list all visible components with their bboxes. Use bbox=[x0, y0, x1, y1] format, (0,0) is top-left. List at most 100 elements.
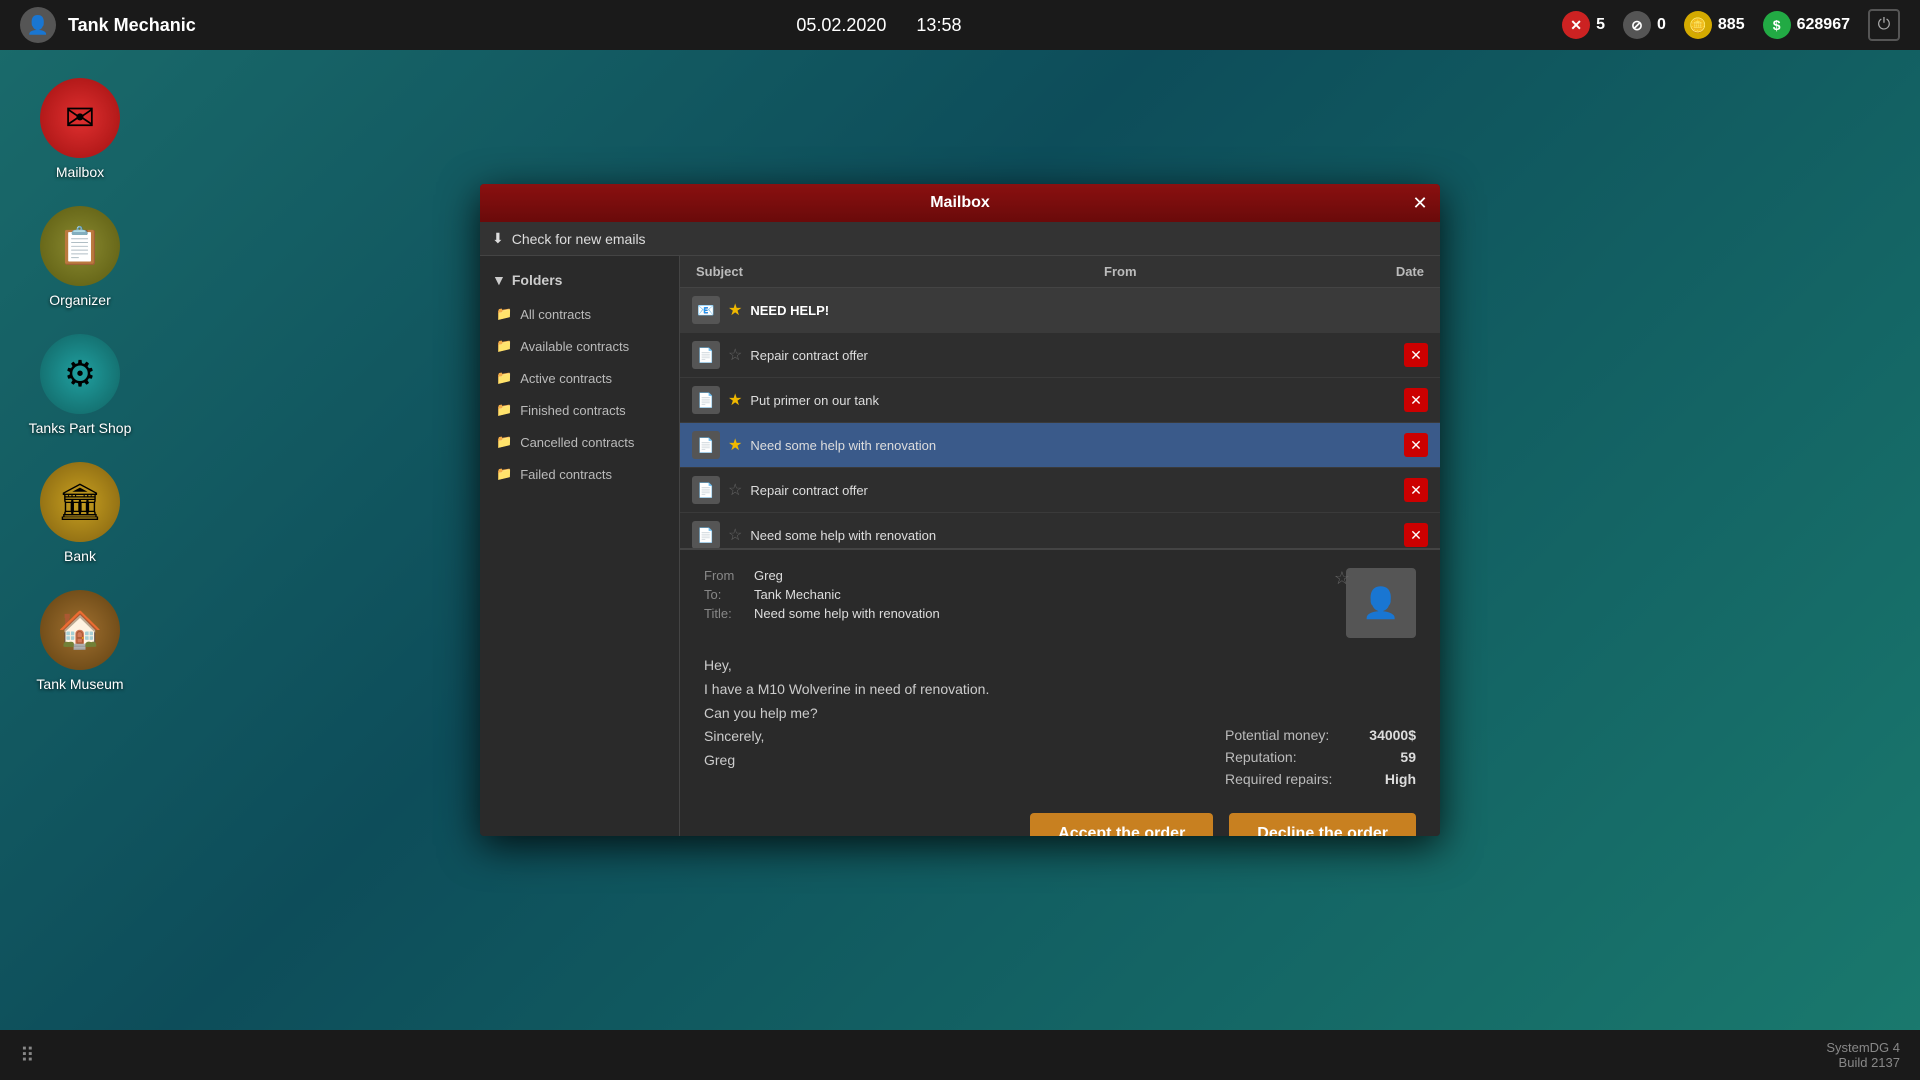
email-row-3[interactable]: 📄 ★ Put primer on our tank ✕ bbox=[680, 378, 1440, 423]
folder-active-contracts[interactable]: 📁 Active contracts bbox=[480, 362, 679, 394]
meta-to-value: Tank Mechanic bbox=[754, 587, 841, 602]
reputation-value: 59 bbox=[1400, 749, 1416, 765]
money-badge: $ 628967 bbox=[1763, 11, 1850, 39]
col-header-date: Date bbox=[1304, 264, 1424, 279]
delete-email-2[interactable]: ✕ bbox=[1404, 343, 1428, 367]
info-badge: ⊘ 0 bbox=[1623, 11, 1666, 39]
folder-failed-contracts[interactable]: 📁 Failed contracts bbox=[480, 458, 679, 490]
email-detail-bottom: Hey, I have a M10 Wolverine in need of r… bbox=[704, 654, 1416, 793]
body-line5: Greg bbox=[704, 749, 989, 773]
folder-all-contracts[interactable]: 📁 All contracts bbox=[480, 298, 679, 330]
delete-email-5[interactable]: ✕ bbox=[1404, 478, 1428, 502]
star-icon-3[interactable]: ★ bbox=[728, 390, 742, 410]
star-icon-6[interactable]: ☆ bbox=[728, 525, 742, 545]
meta-from-value: Greg bbox=[754, 568, 783, 583]
chevron-down-icon: ▼ bbox=[492, 272, 506, 288]
email-subject-2: Repair contract offer bbox=[750, 348, 1396, 363]
stat-potential-money: Potential money: 34000$ bbox=[1225, 727, 1416, 743]
folder-icon: 📁 bbox=[496, 434, 512, 450]
email-meta: From Greg To: Tank Mechanic Title: Need … bbox=[704, 568, 1416, 638]
build-info: SystemDG 4 Build 2137 bbox=[1826, 1040, 1900, 1070]
folder-icon: 📁 bbox=[496, 466, 512, 482]
meta-title: Title: Need some help with renovation bbox=[704, 606, 1306, 621]
player-name: Tank Mechanic bbox=[68, 15, 196, 36]
folder-icon: 📁 bbox=[496, 402, 512, 418]
star-icon-4[interactable]: ★ bbox=[728, 435, 742, 455]
star-icon-2[interactable]: ☆ bbox=[728, 345, 742, 365]
folder-icon: 📁 bbox=[496, 370, 512, 386]
email-list-header: Subject From Date bbox=[680, 256, 1440, 288]
topbar-center: 05.02.2020 13:58 bbox=[796, 15, 961, 36]
coin-icon: 🪙 bbox=[1684, 11, 1712, 39]
topbar-right: ✕ 5 ⊘ 0 🪙 885 $ 628967 ⏻ bbox=[1562, 9, 1900, 41]
email-type-icon-6: 📄 bbox=[692, 521, 720, 548]
delete-email-4[interactable]: ✕ bbox=[1404, 433, 1428, 457]
download-icon: ⬇ bbox=[492, 230, 504, 247]
money-icon: $ bbox=[1763, 11, 1791, 39]
body-line3: Can you help me? bbox=[704, 702, 989, 726]
potential-money-label: Potential money: bbox=[1225, 727, 1329, 743]
email-stats: Potential money: 34000$ Reputation: 59 R… bbox=[1225, 727, 1416, 793]
stat-reputation: Reputation: 59 bbox=[1225, 749, 1416, 765]
email-row-1[interactable]: 📧 ★ NEED HELP! bbox=[680, 288, 1440, 333]
modal-close-button[interactable]: ✕ bbox=[1408, 191, 1432, 215]
email-subject-1: NEED HELP! bbox=[750, 303, 1428, 318]
modal-toolbar: ⬇ Check for new emails bbox=[480, 222, 1440, 256]
alerts-badge: ✕ 5 bbox=[1562, 11, 1605, 39]
accept-order-button[interactable]: Accept the order bbox=[1030, 813, 1213, 836]
game-date: 05.02.2020 bbox=[796, 15, 886, 36]
email-body: Hey, I have a M10 Wolverine in need of r… bbox=[704, 654, 989, 773]
body-line2: I have a M10 Wolverine in need of renova… bbox=[704, 678, 989, 702]
email-subject-6: Need some help with renovation bbox=[750, 528, 1396, 543]
detail-star-icon[interactable]: ☆ bbox=[1334, 568, 1350, 589]
folder-icon: 📁 bbox=[496, 338, 512, 354]
player-avatar: 👤 bbox=[20, 7, 56, 43]
required-repairs-value: High bbox=[1385, 771, 1416, 787]
email-type-icon-4: 📄 bbox=[692, 431, 720, 459]
email-row-4[interactable]: 📄 ★ Need some help with renovation ✕ bbox=[680, 423, 1440, 468]
alert-icon: ✕ bbox=[1562, 11, 1590, 39]
decline-order-button[interactable]: Decline the order bbox=[1229, 813, 1416, 836]
email-meta-fields: From Greg To: Tank Mechanic Title: Need … bbox=[704, 568, 1306, 638]
email-type-icon-1: 📧 bbox=[692, 296, 720, 324]
coins-badge: 🪙 885 bbox=[1684, 11, 1745, 39]
email-type-icon-2: 📄 bbox=[692, 341, 720, 369]
folders-panel: ▼ Folders 📁 All contracts 📁 Available co… bbox=[480, 256, 680, 836]
build-line1: SystemDG 4 bbox=[1826, 1040, 1900, 1055]
star-icon-5[interactable]: ☆ bbox=[728, 480, 742, 500]
folder-available-contracts[interactable]: 📁 Available contracts bbox=[480, 330, 679, 362]
folder-cancelled-contracts[interactable]: 📁 Cancelled contracts bbox=[480, 426, 679, 458]
action-buttons: Accept the order Decline the order bbox=[704, 803, 1416, 836]
col-header-from: From bbox=[1104, 264, 1304, 279]
topbar-left: 👤 Tank Mechanic bbox=[20, 7, 196, 43]
email-row-2[interactable]: 📄 ☆ Repair contract offer ✕ bbox=[680, 333, 1440, 378]
modal-title: Mailbox bbox=[930, 194, 990, 212]
email-subject-3: Put primer on our tank bbox=[750, 393, 1396, 408]
email-type-icon-5: 📄 bbox=[692, 476, 720, 504]
folders-header: ▼ Folders bbox=[480, 266, 679, 298]
modal-overlay: Mailbox ✕ ⬇ Check for new emails ▼ Folde… bbox=[0, 50, 1920, 1030]
email-row-6[interactable]: 📄 ☆ Need some help with renovation ✕ bbox=[680, 513, 1440, 548]
delete-email-6[interactable]: ✕ bbox=[1404, 523, 1428, 547]
folder-icon: 📁 bbox=[496, 306, 512, 322]
required-repairs-label: Required repairs: bbox=[1225, 771, 1332, 787]
email-subject-4: Need some help with renovation bbox=[750, 438, 1396, 453]
meta-from: From Greg bbox=[704, 568, 1306, 583]
modal-body: ▼ Folders 📁 All contracts 📁 Available co… bbox=[480, 256, 1440, 836]
grid-icon: ⠿ bbox=[20, 1043, 35, 1068]
sender-avatar: 👤 bbox=[1346, 568, 1416, 638]
col-header-subject: Subject bbox=[696, 264, 1104, 279]
check-emails-button[interactable]: ⬇ Check for new emails bbox=[492, 230, 646, 247]
check-emails-label: Check for new emails bbox=[512, 231, 646, 247]
email-list: 📧 ★ NEED HELP! 📄 ☆ Repair contract offer… bbox=[680, 288, 1440, 548]
meta-title-value: Need some help with renovation bbox=[754, 606, 940, 621]
delete-email-3[interactable]: ✕ bbox=[1404, 388, 1428, 412]
potential-money-value: 34000$ bbox=[1369, 727, 1416, 743]
folder-finished-contracts[interactable]: 📁 Finished contracts bbox=[480, 394, 679, 426]
email-type-icon-3: 📄 bbox=[692, 386, 720, 414]
email-row-5[interactable]: 📄 ☆ Repair contract offer ✕ bbox=[680, 468, 1440, 513]
power-button[interactable]: ⏻ bbox=[1868, 9, 1900, 41]
build-line2: Build 2137 bbox=[1826, 1055, 1900, 1070]
star-icon-1[interactable]: ★ bbox=[728, 300, 742, 320]
mailbox-modal: Mailbox ✕ ⬇ Check for new emails ▼ Folde… bbox=[480, 184, 1440, 836]
